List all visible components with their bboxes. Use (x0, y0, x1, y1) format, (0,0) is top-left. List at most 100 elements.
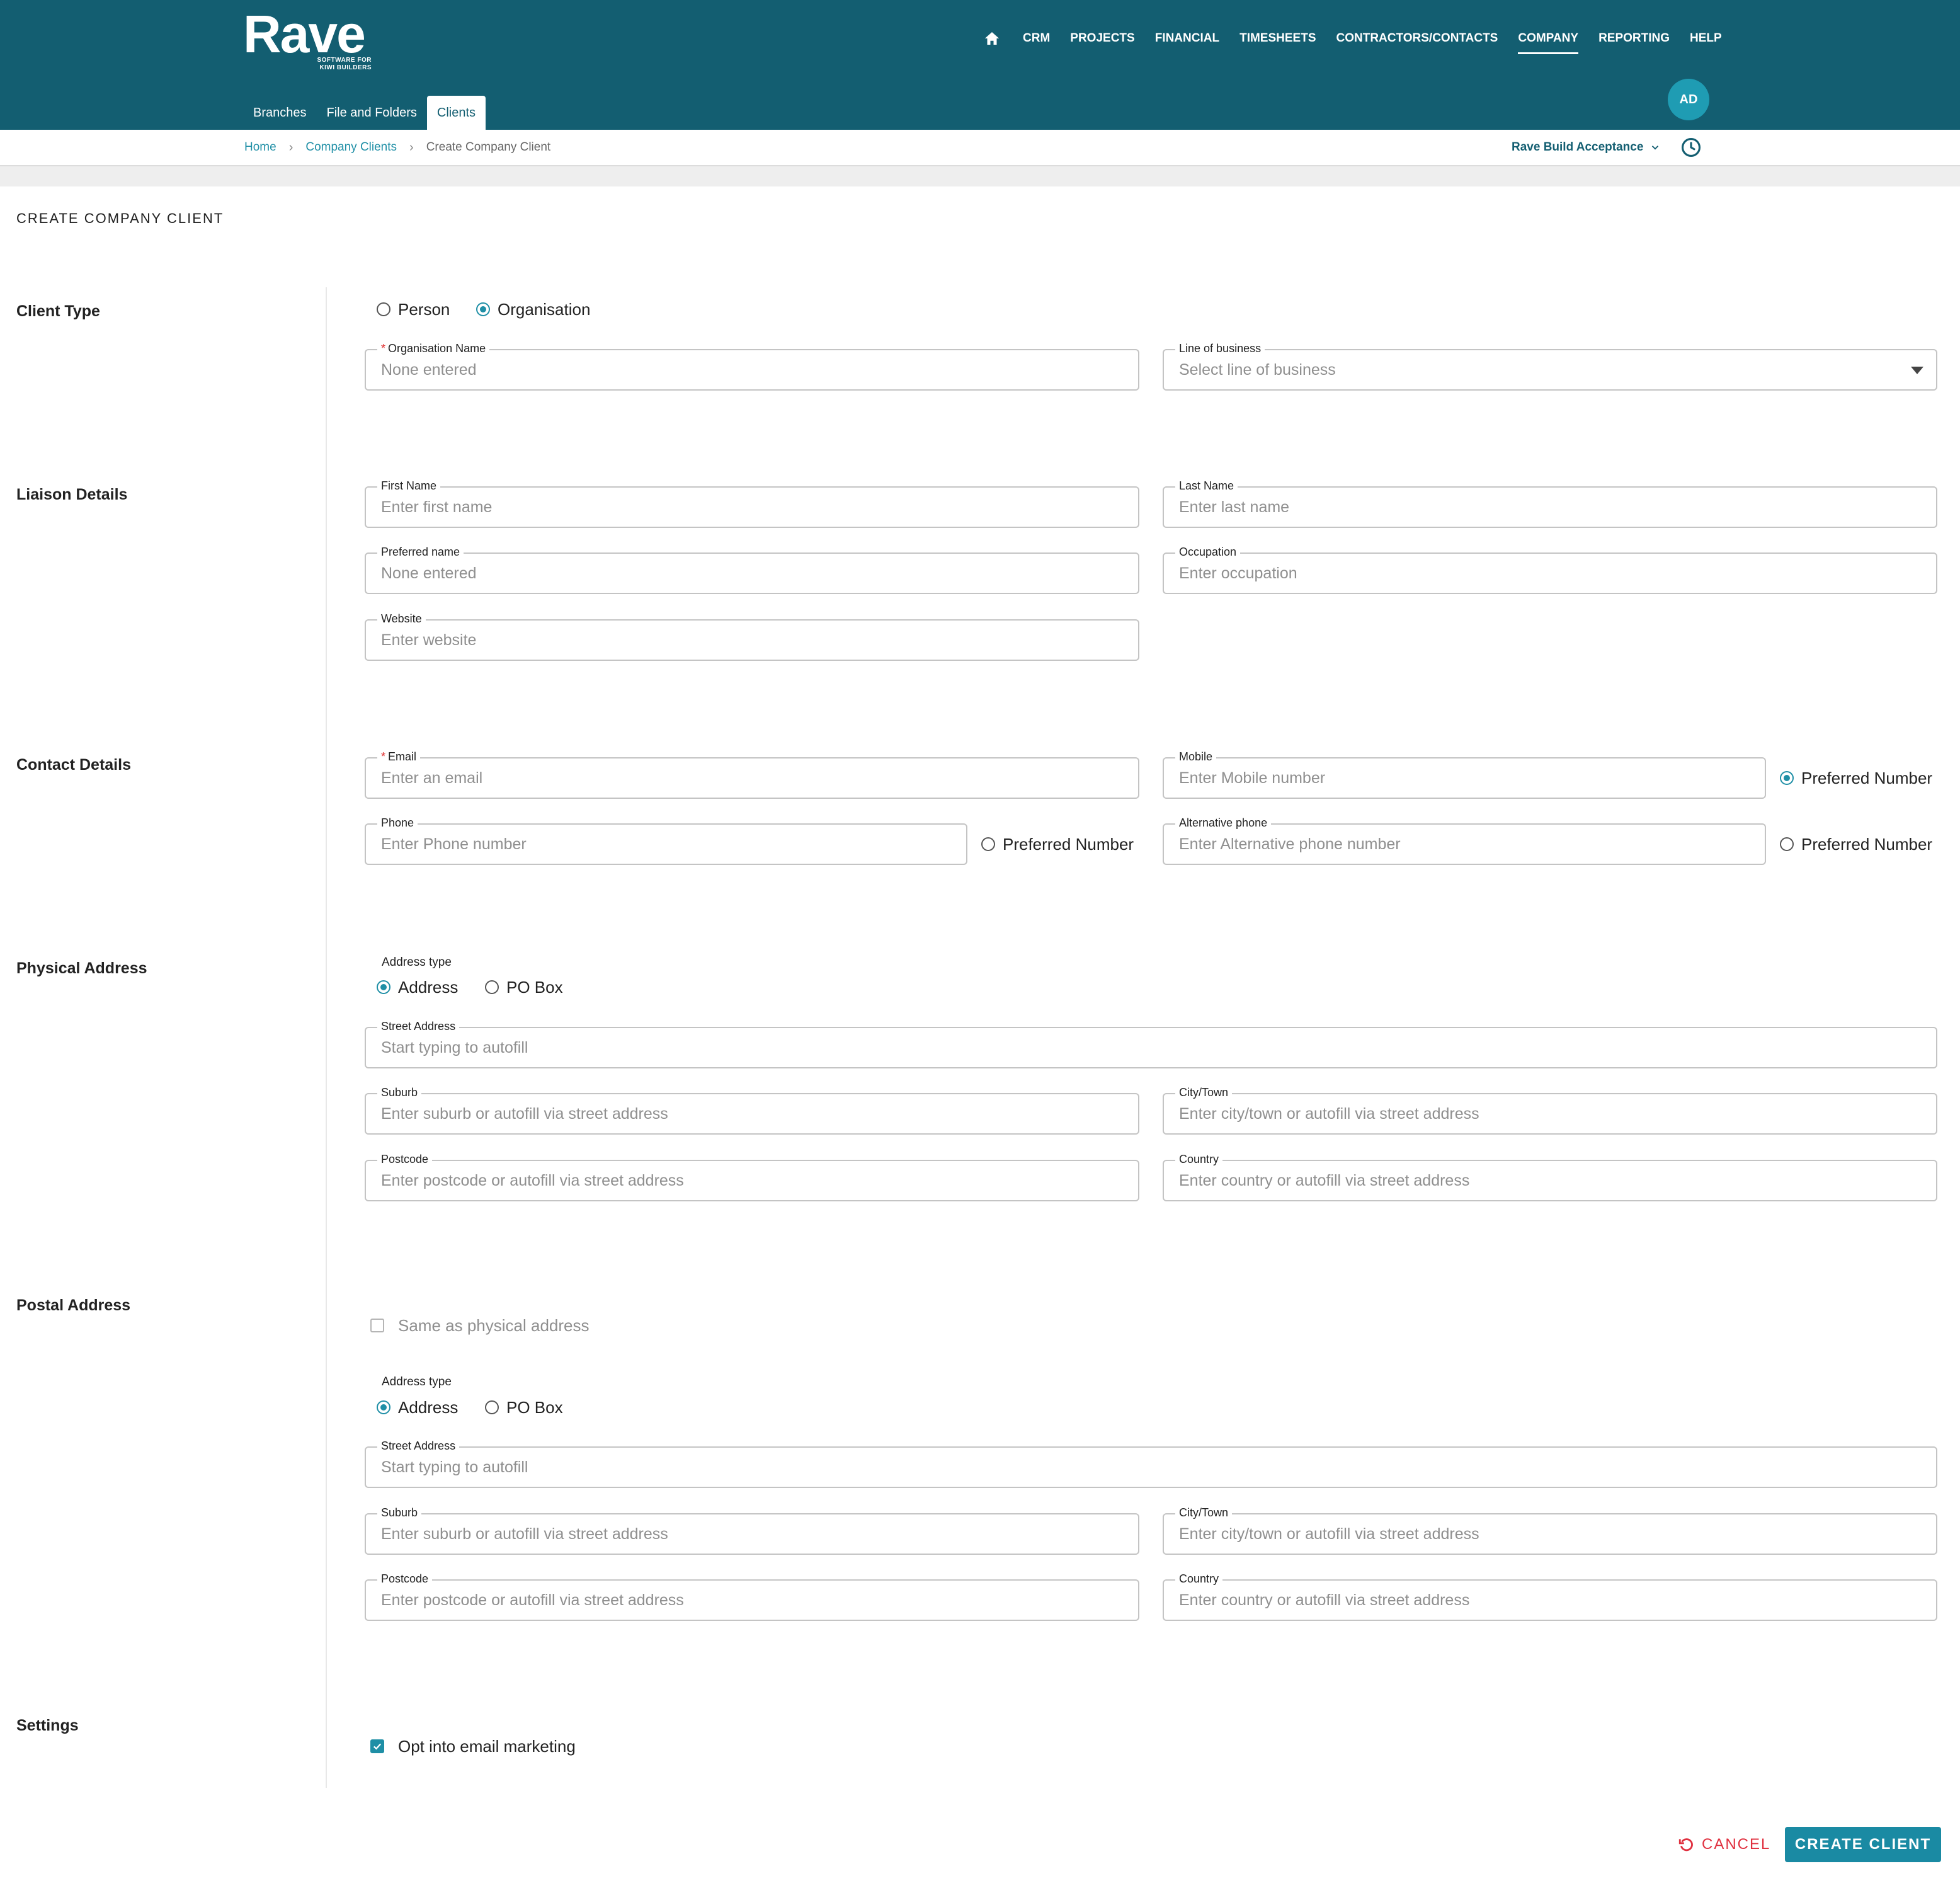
alternative-phone-preferred-radio[interactable]: Preferred Number (1780, 833, 1932, 856)
radio-organisation (476, 302, 490, 316)
mobile-preferred-label: Preferred Number (1801, 768, 1933, 787)
create-client-button[interactable]: CREATE CLIENT (1785, 1827, 1941, 1862)
postal-street-address-field[interactable]: Street Address Start typing to autofill (365, 1438, 1937, 1488)
radio-person-label: Person (398, 299, 450, 319)
nav-timesheets[interactable]: TIMESHEETS (1229, 29, 1326, 48)
organisation-selector[interactable]: Rave Build Acceptance (1512, 130, 1661, 165)
postal-address-type-pobox-radio[interactable]: PO Box (485, 1396, 563, 1419)
email-placeholder: Enter an email (381, 769, 483, 787)
undo-icon (1678, 1838, 1693, 1852)
section-postal-address: Postal Address (16, 1296, 131, 1314)
nav-projects[interactable]: PROJECTS (1060, 29, 1144, 48)
user-avatar[interactable]: AD (1668, 79, 1709, 120)
breadcrumb-home[interactable]: Home (244, 140, 276, 154)
logo-tagline: SOFTWARE FOR KIWI BUILDERS (317, 57, 372, 71)
nav-financial[interactable]: FINANCIAL (1145, 29, 1229, 48)
company-subtabs: Branches File and Folders Clients (243, 96, 486, 130)
email-field[interactable]: * Email Enter an email (365, 749, 1139, 799)
physical-address-type-address-radio[interactable]: Address (377, 976, 458, 999)
physical-country-field[interactable]: Country Enter country or autofill via st… (1163, 1152, 1937, 1201)
nav-contractors-contacts[interactable]: CONTRACTORS/CONTACTS (1326, 29, 1508, 48)
section-physical-address: Physical Address (16, 959, 147, 977)
home-icon[interactable] (983, 29, 1001, 48)
phone-field[interactable]: Phone Enter Phone number (365, 815, 967, 865)
logo-wordmark: Rave (243, 4, 366, 64)
tab-file-and-folders[interactable]: File and Folders (317, 96, 427, 130)
occupation-field[interactable]: Occupation Enter occupation (1163, 544, 1937, 594)
radio-postal-address (377, 1400, 390, 1414)
line-of-business-placeholder: Select line of business (1179, 361, 1336, 379)
organisation-name-field[interactable]: * Organisation Name None entered (365, 341, 1139, 391)
postal-suburb-field[interactable]: Suburb Enter suburb or autofill via stre… (365, 1505, 1139, 1555)
chevron-right-icon: › (409, 140, 414, 154)
line-of-business-select[interactable]: Line of business Select line of business (1163, 341, 1937, 391)
first-name-placeholder: Enter first name (381, 498, 493, 516)
first-name-field[interactable]: First Name Enter first name (365, 478, 1139, 528)
same-as-physical-label: Same as physical address (398, 1315, 590, 1335)
breadcrumb-company-clients[interactable]: Company Clients (305, 140, 397, 154)
section-liaison-details: Liaison Details (16, 486, 128, 503)
top-header: Rave SOFTWARE FOR KIWI BUILDERS CRM PROJ… (0, 0, 1960, 130)
rave-logo[interactable]: Rave SOFTWARE FOR KIWI BUILDERS (243, 4, 372, 71)
postal-postcode-placeholder: Enter postcode or autofill via street ad… (381, 1591, 684, 1609)
physical-suburb-field[interactable]: Suburb Enter suburb or autofill via stre… (365, 1085, 1139, 1135)
section-client-type: Client Type (16, 302, 100, 320)
physical-street-placeholder: Start typing to autofill (381, 1039, 528, 1056)
mobile-placeholder: Enter Mobile number (1179, 769, 1326, 787)
cancel-button[interactable]: CANCEL (1678, 1831, 1770, 1858)
alternative-phone-placeholder: Enter Alternative phone number (1179, 835, 1401, 853)
chevron-down-icon (1652, 146, 1659, 150)
alternative-phone-field[interactable]: Alternative phone Enter Alternative phon… (1163, 815, 1766, 865)
preferred-name-field[interactable]: Preferred name None entered (365, 544, 1139, 594)
breadcrumb: Home › Company Clients › Create Company … (244, 130, 550, 165)
same-as-physical-checkbox[interactable]: Same as physical address (370, 1314, 589, 1337)
mobile-field[interactable]: Mobile Enter Mobile number (1163, 749, 1766, 799)
phone-preferred-radio[interactable]: Preferred Number (981, 833, 1134, 856)
radio-mobile-preferred (1780, 771, 1794, 785)
last-name-placeholder: Enter last name (1179, 498, 1290, 516)
physical-city-placeholder: Enter city/town or autofill via street a… (1179, 1105, 1479, 1123)
physical-address-type-pobox-radio[interactable]: PO Box (485, 976, 563, 999)
last-name-field[interactable]: Last Name Enter last name (1163, 478, 1937, 528)
nav-reporting[interactable]: REPORTING (1588, 29, 1680, 48)
nav-crm[interactable]: CRM (1013, 29, 1060, 48)
client-type-person-radio[interactable]: Person (377, 298, 450, 321)
radio-physical-address (377, 980, 390, 994)
section-divider (326, 287, 327, 1788)
content-spacer (0, 166, 1960, 186)
radio-phone-preferred (981, 837, 995, 851)
postal-address-type-address-radio[interactable]: Address (377, 1396, 458, 1419)
phone-placeholder: Enter Phone number (381, 835, 527, 853)
radio-physical-pobox (485, 980, 499, 994)
physical-address-type-label: Address type (382, 956, 452, 969)
breadcrumb-bar: Home › Company Clients › Create Company … (0, 130, 1960, 166)
client-type-organisation-radio[interactable]: Organisation (476, 298, 590, 321)
postal-pobox-option-label: PO Box (506, 1397, 563, 1417)
physical-city-field[interactable]: City/Town Enter city/town or autofill vi… (1163, 1085, 1937, 1135)
chevron-right-icon: › (288, 140, 293, 154)
mobile-preferred-radio[interactable]: Preferred Number (1780, 767, 1932, 789)
breadcrumb-current: Create Company Client (426, 140, 551, 154)
history-clock-icon[interactable] (1680, 137, 1702, 158)
email-marketing-label: Opt into email marketing (398, 1736, 576, 1756)
website-field[interactable]: Website Enter website (365, 611, 1139, 661)
physical-postcode-placeholder: Enter postcode or autofill via street ad… (381, 1172, 684, 1189)
physical-street-address-field[interactable]: Street Address Start typing to autofill (365, 1019, 1937, 1068)
physical-country-placeholder: Enter country or autofill via street add… (1179, 1172, 1470, 1189)
checkmark-icon (373, 1743, 382, 1750)
nav-help[interactable]: HELP (1680, 29, 1732, 48)
tab-clients[interactable]: Clients (426, 96, 486, 130)
preferred-name-value: None entered (381, 564, 477, 582)
postal-country-field[interactable]: Country Enter country or autofill via st… (1163, 1571, 1937, 1621)
physical-postcode-field[interactable]: Postcode Enter postcode or autofill via … (365, 1152, 1139, 1201)
main-nav: CRM PROJECTS FINANCIAL TIMESHEETS CONTRA… (983, 29, 1732, 54)
email-marketing-checkbox[interactable]: Opt into email marketing (370, 1735, 576, 1758)
postal-city-field[interactable]: City/Town Enter city/town or autofill vi… (1163, 1505, 1937, 1555)
postal-city-placeholder: Enter city/town or autofill via street a… (1179, 1525, 1479, 1543)
nav-company[interactable]: COMPANY (1508, 29, 1588, 54)
postal-postcode-field[interactable]: Postcode Enter postcode or autofill via … (365, 1571, 1139, 1621)
tab-branches[interactable]: Branches (243, 96, 317, 130)
occupation-placeholder: Enter occupation (1179, 564, 1297, 582)
radio-organisation-label: Organisation (498, 299, 591, 319)
physical-pobox-option-label: PO Box (506, 977, 563, 997)
